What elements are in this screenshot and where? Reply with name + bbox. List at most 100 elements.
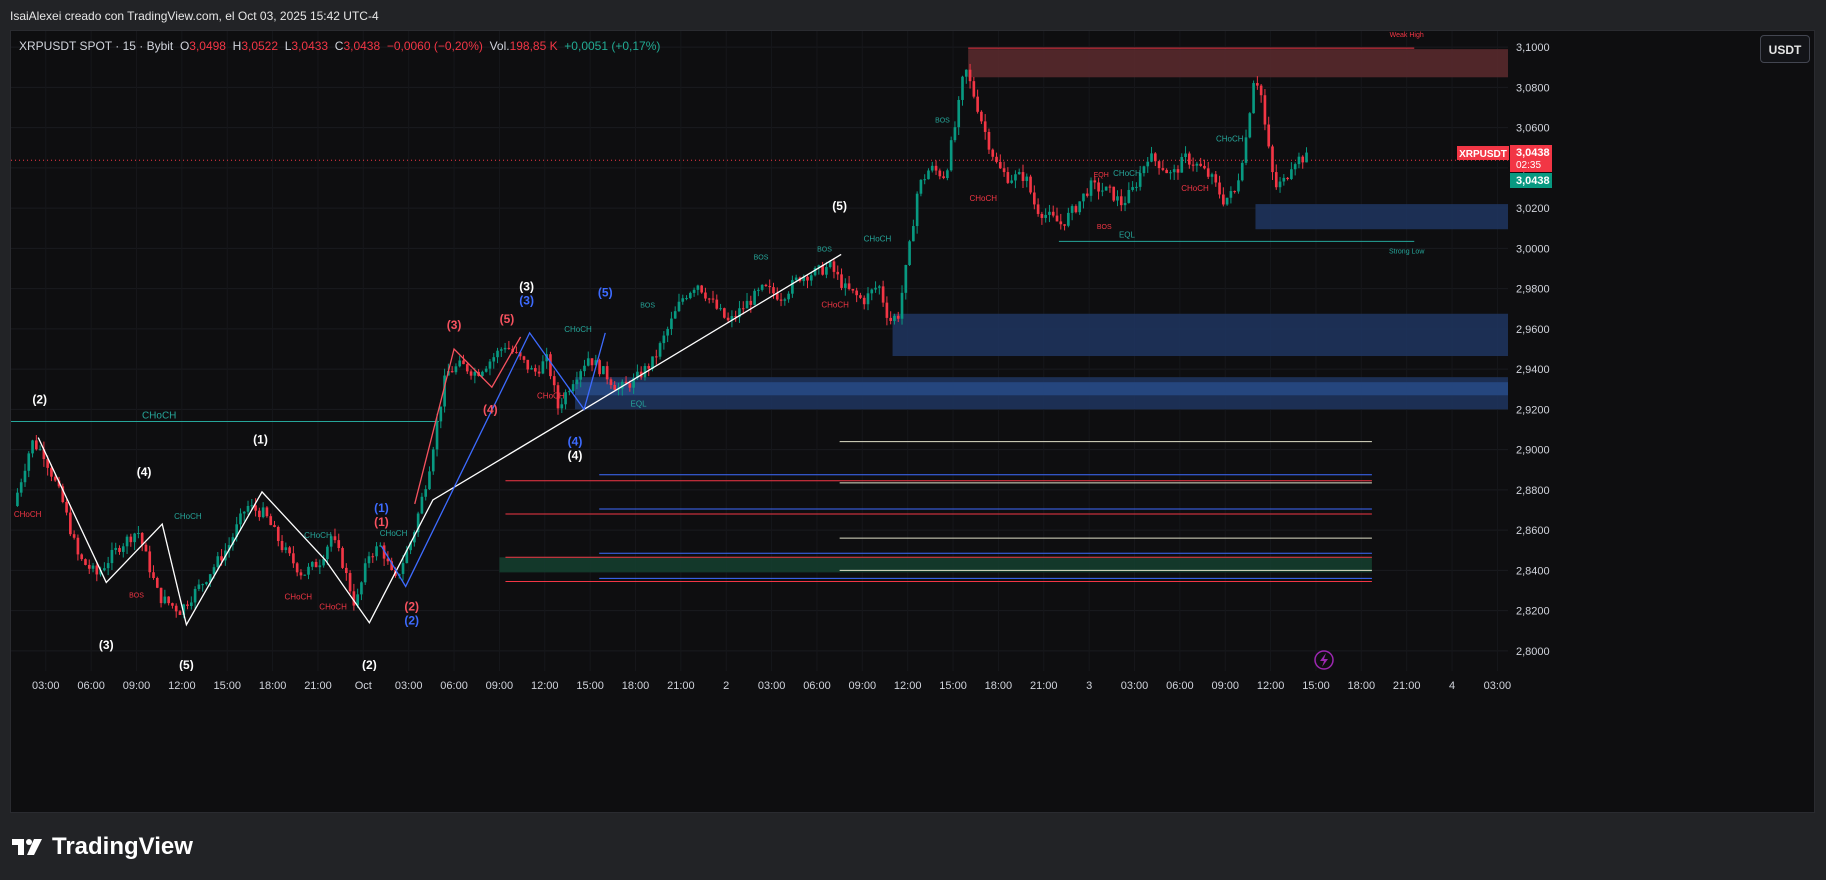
candle-body — [1082, 193, 1085, 202]
candle-body — [741, 308, 745, 310]
candle-body — [106, 563, 110, 569]
candle-body — [1146, 161, 1150, 167]
structure-label: BOS — [1097, 224, 1112, 231]
candle-body — [314, 561, 318, 568]
candle-body — [91, 565, 95, 569]
candle-body — [1123, 202, 1127, 206]
candle-body — [288, 547, 291, 554]
y-tick-label: 3,1000 — [1516, 42, 1550, 54]
candle-body — [450, 371, 454, 373]
wave-label: (4) — [137, 465, 152, 479]
close-value: 3,0438 — [343, 39, 381, 53]
candle-body — [95, 565, 99, 575]
price-chart[interactable]: (2)(4)(1)(3)(5) (2)(1)(1)(2)(2)(3)(4)(5)(… — [0, 0, 1826, 880]
candle-body — [840, 274, 843, 288]
change-value: −0,0060 (−0,20%) — [386, 39, 483, 53]
wave-label: (4) — [568, 449, 583, 463]
candle-body — [72, 534, 76, 538]
candle-body — [280, 541, 284, 551]
candle-body — [1002, 168, 1006, 173]
x-tick-label: 09:00 — [486, 680, 514, 692]
candle-body — [889, 317, 892, 321]
last-price-tag: 3,0438 — [1516, 147, 1550, 159]
structure-label: CHoCH — [319, 603, 347, 612]
x-tick-label: 21:00 — [667, 680, 695, 692]
candle-body — [998, 161, 1002, 169]
candle-body — [1051, 211, 1055, 216]
candle-body — [685, 298, 688, 300]
x-tick-label: 15:00 — [1302, 680, 1330, 692]
candle-body — [1014, 174, 1017, 181]
candle-body — [1210, 174, 1214, 177]
candle-body — [1237, 180, 1240, 192]
zone-demand — [892, 313, 1508, 357]
candle-body — [499, 349, 503, 351]
candle-body — [303, 574, 307, 576]
candle-body — [515, 352, 518, 354]
symbol-label[interactable]: XRPUSDT SPOT · 15 · Bybit — [19, 39, 173, 53]
low-value: 3,0433 — [291, 39, 329, 53]
candle-body — [424, 489, 428, 497]
candle-body — [178, 611, 182, 616]
candle-body — [995, 156, 998, 162]
candle-body — [465, 364, 469, 372]
candle-body — [1044, 214, 1047, 218]
candle-body — [541, 361, 545, 374]
candle-body — [1187, 153, 1191, 165]
close-price-tag: 3,0438 — [1516, 175, 1550, 187]
candle-body — [923, 179, 927, 181]
candle-body — [1184, 153, 1187, 158]
candle-body — [1085, 193, 1089, 196]
lightning-icon[interactable] — [1314, 650, 1334, 670]
candle-body — [1293, 164, 1297, 170]
candle-body — [1176, 169, 1180, 173]
candle-body — [700, 285, 703, 293]
candle-body — [121, 546, 125, 552]
wave-label: (5) — [179, 658, 194, 672]
candle-body — [1078, 201, 1082, 213]
candle-body — [919, 179, 923, 194]
candle-body — [1097, 182, 1100, 192]
candle-body — [363, 563, 367, 583]
candle-body — [118, 547, 121, 552]
candle-body — [1286, 177, 1289, 180]
candle-body — [269, 516, 273, 526]
zone-demand_inner — [575, 382, 1508, 396]
y-tick-label: 2,9600 — [1516, 324, 1550, 336]
footer-brand[interactable]: TradingView — [12, 833, 193, 861]
candle-body — [930, 165, 934, 171]
candle-body — [140, 533, 144, 545]
candle-body — [276, 527, 280, 542]
candle-body — [492, 357, 496, 362]
candle-body — [435, 421, 439, 450]
candle-body — [1040, 213, 1044, 218]
candle-body — [575, 379, 579, 385]
x-tick-label: 03:00 — [32, 680, 60, 692]
candle-body — [1165, 169, 1168, 174]
candle-body — [1006, 172, 1010, 183]
candle-body — [488, 361, 492, 369]
candle-body — [696, 285, 700, 290]
x-tick-label: 09:00 — [849, 680, 877, 692]
wave-label: (4) — [483, 402, 498, 416]
candle-body — [855, 290, 858, 296]
candle-body — [953, 127, 957, 141]
candle-body — [318, 565, 322, 568]
candle-body — [261, 507, 265, 518]
candle-body — [711, 298, 715, 300]
candle-body — [258, 510, 261, 518]
x-tick-label: 03:00 — [1484, 680, 1512, 692]
candle-body — [1297, 156, 1301, 165]
wave-label: (1) — [374, 501, 389, 515]
candle-body — [503, 347, 507, 350]
wave-label: (5) — [500, 312, 515, 326]
candle-body — [673, 311, 677, 319]
candle-body — [688, 292, 692, 299]
y-tick-label: 2,8000 — [1516, 646, 1550, 658]
candle-body — [1206, 168, 1210, 177]
currency-button[interactable]: USDT — [1760, 35, 1810, 63]
candle-body — [1199, 163, 1202, 166]
candle-body — [961, 76, 964, 100]
candle-body — [273, 525, 276, 528]
candle-body — [1305, 152, 1308, 163]
